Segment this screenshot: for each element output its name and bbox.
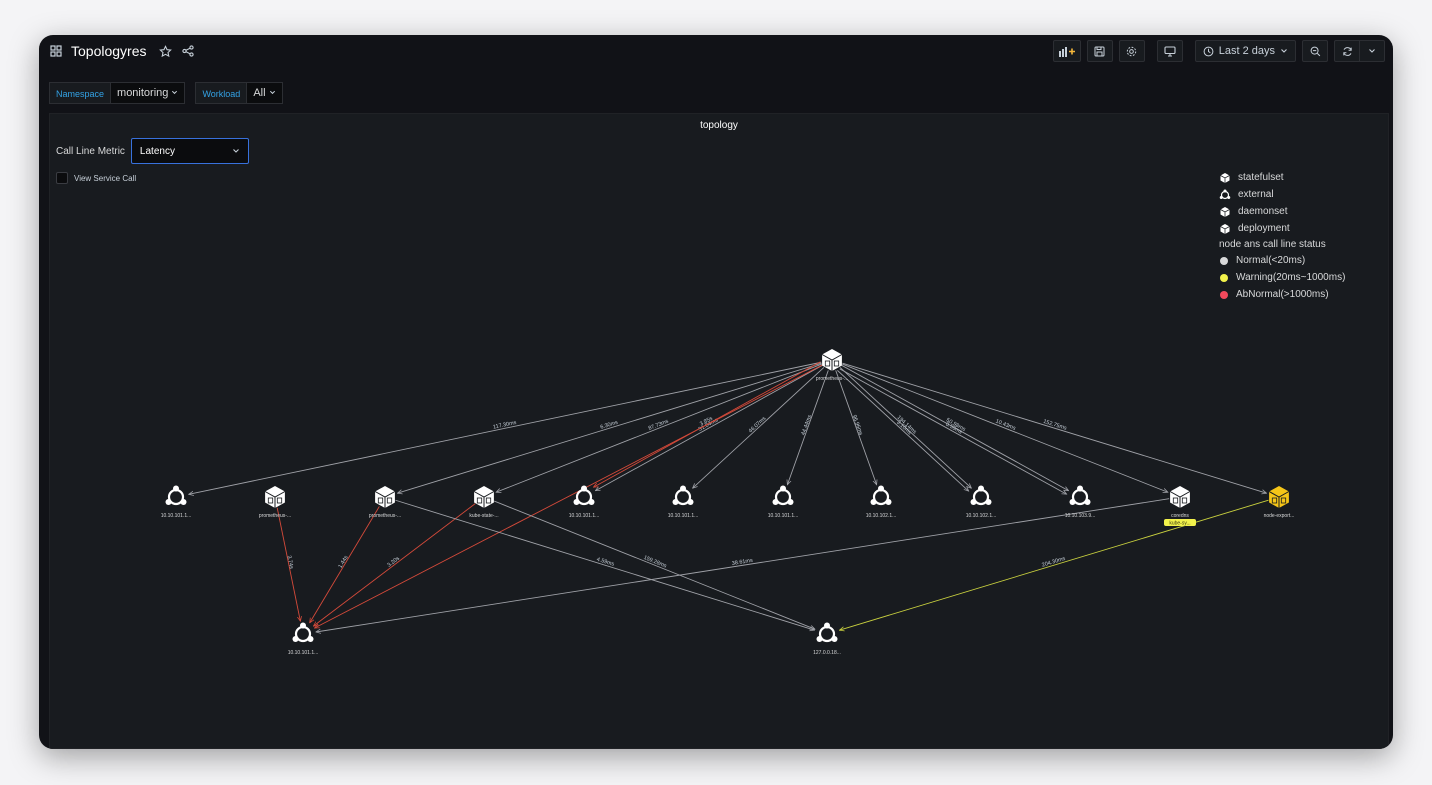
topology-node[interactable]: 10.10.102.1... (866, 485, 897, 520)
node-label: 10.10.101.1... (288, 650, 319, 656)
namespace-value: monitoring (117, 87, 169, 99)
edge-latency-label: 117.30ms (493, 420, 518, 431)
topology-node[interactable]: 10.10.101.1... (768, 485, 799, 520)
zoom-out-button[interactable] (1302, 40, 1328, 62)
edge-latency-label: 3.20s (387, 556, 402, 569)
add-panel-icon (1058, 46, 1075, 57)
dashboard-toolbar: Last 2 days (1052, 40, 1385, 62)
topology-node[interactable]: prometheus-... (259, 486, 291, 519)
node-label: 10.10.101.1... (668, 513, 699, 519)
edge-latency-label: 6.30ms (600, 420, 619, 431)
topology-panel: topology Call Line Metric Latency View S… (49, 113, 1389, 749)
topology-graph[interactable]: 117.30ms 6.30ms 87.73ms 31.04ms 46.07ms 44.44… (50, 114, 1388, 748)
node-label: kube-state-... (469, 513, 498, 519)
apps-grid-icon[interactable] (49, 44, 63, 58)
refresh-interval-dropdown[interactable] (1359, 41, 1384, 61)
refresh-button[interactable] (1335, 41, 1359, 61)
add-panel-button[interactable] (1052, 40, 1081, 62)
topology-node[interactable]: prometheus-... (369, 486, 401, 519)
zoom-out-icon (1310, 46, 1320, 56)
time-range-label: Last 2 days (1218, 45, 1275, 57)
edge-latency-label: 87.73ms (648, 418, 670, 431)
node-label: 10.10.101.1... (768, 513, 799, 519)
namespace-badge-label: kube-sy... (1169, 521, 1190, 527)
edge-latency-label: 152.75ms (1042, 419, 1067, 432)
workload-select[interactable]: All (247, 82, 283, 104)
node-label: coredns (1171, 513, 1189, 519)
node-label: 10.10.103.9... (1065, 513, 1096, 519)
workload-value: All (253, 87, 266, 99)
topology-node[interactable]: node-export... (1264, 486, 1295, 519)
edge-latency-label: 4.59ms (596, 557, 615, 568)
topology-node[interactable]: 127.0.0.18... (813, 622, 841, 657)
template-variables: Namespace monitoring Workload All (49, 82, 293, 104)
node-label: 10.10.102.1... (966, 513, 997, 519)
variable-label-workload: Workload (195, 82, 248, 104)
edge-latency-label: 44.44ms (801, 414, 814, 436)
edge-latency-label: 3.74s (285, 555, 294, 570)
node-label: prometheus-... (816, 376, 848, 382)
topology-node[interactable]: 10.10.102.1... (966, 485, 997, 520)
edge-latency-label: 46.07ms (748, 416, 768, 435)
node-label: prometheus-... (259, 513, 291, 519)
save-dashboard-button[interactable] (1086, 40, 1113, 62)
node-label: 127.0.0.18... (813, 650, 841, 656)
gear-icon (1127, 46, 1137, 56)
topology-node[interactable]: kube-state-... (469, 486, 499, 519)
edge-latency-label: 96.96ms (851, 414, 864, 436)
dashboard-title[interactable]: Topologyres (71, 43, 147, 59)
refresh-button-group (1334, 40, 1385, 62)
node-label: 10.10.101.1... (569, 513, 600, 519)
dashboard-window: Topologyres Last 2 days Namespace monito… (39, 35, 1393, 749)
topology-node[interactable]: coredns kube-sy... (1164, 486, 1196, 527)
edge-latency-label: 10.43ms (995, 419, 1017, 432)
share-icon[interactable] (181, 44, 195, 58)
topology-node[interactable]: 10.10.101.1... (288, 622, 319, 657)
variable-label-namespace: Namespace (49, 82, 112, 104)
time-range-picker[interactable]: Last 2 days (1194, 40, 1296, 62)
settings-button[interactable] (1118, 40, 1145, 62)
clock-icon (1203, 46, 1214, 56)
chevron-down-icon (1369, 49, 1375, 53)
node-label: prometheus-... (369, 513, 401, 519)
edge-latency-label: 204.30ms (1041, 556, 1066, 569)
chevron-down-icon (172, 90, 178, 95)
save-icon (1094, 46, 1105, 56)
refresh-icon (1342, 46, 1352, 56)
edge-latency-label: 1.44s (338, 555, 350, 570)
tv-mode-button[interactable] (1156, 40, 1183, 62)
namespace-select[interactable]: monitoring (111, 82, 186, 104)
topology-node[interactable]: 10.10.101.1... (161, 485, 192, 520)
star-icon[interactable] (159, 44, 173, 58)
topology-node[interactable]: 10.10.101.1... (668, 485, 699, 520)
node-label: node-export... (1264, 513, 1295, 519)
chevron-down-icon (269, 90, 275, 95)
topology-node[interactable]: 10.10.101.1... (569, 485, 600, 520)
node-label: 10.10.101.1... (161, 513, 192, 519)
node-label: 10.10.102.1... (866, 513, 897, 519)
topology-node[interactable]: 10.10.103.9... (1065, 485, 1096, 520)
dashboard-title-area: Topologyres (49, 43, 195, 59)
monitor-icon (1164, 45, 1176, 57)
chevron-down-icon (1281, 49, 1287, 53)
top-navbar: Topologyres Last 2 days (39, 35, 1393, 69)
